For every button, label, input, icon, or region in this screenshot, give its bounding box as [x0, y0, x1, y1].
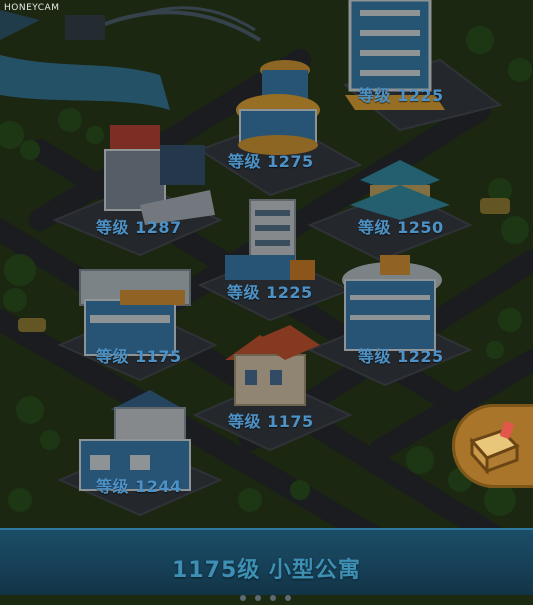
building-level-label[interactable]: 等级 1225: [358, 82, 444, 106]
building-level-label[interactable]: 等级 1244: [96, 473, 182, 497]
selected-building-title: 1175级 小型公寓: [172, 558, 361, 583]
building-level-label[interactable]: 等级 1275: [228, 148, 314, 172]
building-level-label[interactable]: 等级 1250: [358, 214, 444, 238]
building-level-label[interactable]: 等级 1175: [228, 408, 314, 432]
page-dot[interactable]: [240, 595, 246, 601]
page-dot[interactable]: [255, 595, 261, 601]
page-dot[interactable]: [270, 595, 276, 601]
page-dot[interactable]: [285, 595, 291, 601]
crate-icon: [469, 421, 520, 475]
structure: [65, 15, 105, 40]
side-action-button[interactable]: [452, 404, 533, 488]
building-level-label[interactable]: 等级 1225: [227, 279, 313, 303]
vehicle: [480, 198, 510, 214]
building-1225-glass: [342, 255, 442, 351]
building-level-label[interactable]: 等级 1175: [96, 343, 182, 367]
vehicle: [18, 318, 46, 332]
page-indicator: [240, 586, 300, 605]
bottom-info-bar: 1175级 小型公寓: [0, 528, 533, 595]
building-level-label[interactable]: 等级 1287: [96, 214, 182, 238]
building-level-label[interactable]: 等级 1225: [358, 343, 444, 367]
watermark: HONEYCAM: [4, 3, 60, 13]
